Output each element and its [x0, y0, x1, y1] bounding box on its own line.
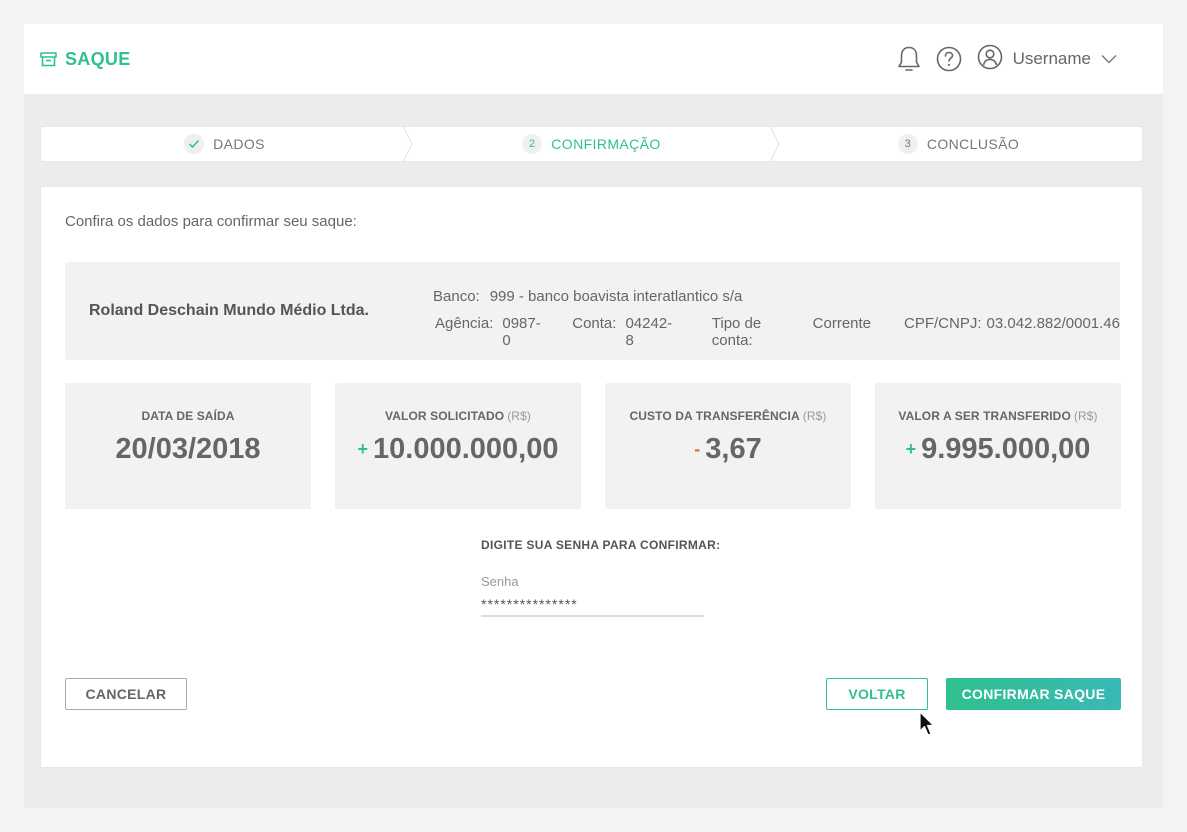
tile-value: +9.995.000,00: [905, 433, 1091, 465]
tile-currency: (R$): [1073, 409, 1098, 423]
step-dados[interactable]: DADOS: [41, 126, 413, 162]
help-icon[interactable]: [935, 45, 963, 73]
password-section: DIGITE SUA SENHA PARA CONFIRMAR: Senha: [481, 538, 721, 617]
tile-label: DATA DE SAÍDA: [141, 409, 235, 423]
tile-value: +10.000.000,00: [357, 433, 559, 465]
cpf-label: CPF/CNPJ:: [904, 315, 982, 332]
archive-icon: [40, 51, 57, 67]
bank-details: Roland Deschain Mundo Médio Ltda. Banco:…: [65, 262, 1120, 360]
minus-sign: -: [694, 439, 701, 459]
password-title: DIGITE SUA SENHA PARA CONFIRMAR:: [481, 538, 721, 552]
brand: SAQUE: [40, 24, 131, 94]
tile-valor-solicitado: VALOR SOLICITADO (R$) +10.000.000,00: [335, 383, 581, 509]
tile-label: VALOR SOLICITADO (R$): [385, 409, 531, 423]
bell-icon[interactable]: [895, 45, 923, 73]
tile-data-saida: DATA DE SAÍDA 20/03/2018: [65, 383, 311, 509]
conta-label: Conta:: [572, 315, 617, 332]
user-icon: [977, 44, 1003, 75]
step-confirmacao[interactable]: 2 CONFIRMAÇÃO: [408, 126, 780, 162]
tile-label: CUSTO DA TRANSFERÊNCIA (R$): [629, 409, 827, 423]
tipo-value: Corrente: [812, 315, 872, 332]
confirmation-card: Confira os dados para confirmar seu saqu…: [40, 186, 1143, 768]
top-bar: SAQUE Username: [24, 24, 1163, 94]
step-number: 2: [522, 134, 543, 154]
back-button[interactable]: VOLTAR: [826, 678, 928, 710]
page-title: SAQUE: [65, 48, 131, 69]
tipo-label: Tipo de conta:: [711, 315, 762, 349]
tile-valor-transferido: VALOR A SER TRANSFERIDO (R$) +9.995.000,0…: [875, 383, 1121, 509]
stepper: DADOS 2 CONFIRMAÇÃO 3 CONCLUSÃO: [40, 126, 1143, 162]
confirm-withdrawal-button[interactable]: CONFIRMAR SAQUE: [946, 678, 1121, 710]
tile-value: -3,67: [694, 433, 762, 465]
tile-currency: (R$): [802, 409, 827, 423]
banco-value: 999 - banco boavista interatlantico s/a: [489, 288, 743, 305]
summary-tiles: DATA DE SAÍDA 20/03/2018 VALOR SOLICITAD…: [65, 383, 1121, 509]
username: Username: [1012, 49, 1091, 68]
company-name: Roland Deschain Mundo Médio Ltda.: [89, 302, 369, 319]
tile-currency: (R$): [507, 409, 531, 423]
cpf-value: 03.042.882/0001.46: [986, 315, 1120, 332]
agencia-label: Agência:: [435, 315, 494, 332]
plus-sign: +: [905, 439, 917, 459]
step-number: 3: [897, 134, 918, 154]
tile-value: 20/03/2018: [115, 433, 261, 465]
check-icon: [184, 134, 205, 154]
tile-label: VALOR A SER TRANSFERIDO (R$): [898, 409, 1098, 423]
mouse-cursor-icon: [919, 711, 935, 742]
chevron-down-icon: [1101, 49, 1117, 69]
password-field[interactable]: [481, 593, 704, 617]
password-label: Senha: [481, 574, 519, 589]
step-label: DADOS: [213, 136, 265, 152]
agencia-value: 0987-0: [502, 315, 541, 349]
step-label: CONCLUSÃO: [926, 136, 1020, 152]
cancel-button[interactable]: CANCELAR: [65, 678, 187, 710]
tile-custo-transferencia: CUSTO DA TRANSFERÊNCIA (R$) -3,67: [605, 383, 851, 509]
user-menu[interactable]: Username: [977, 44, 1117, 75]
conta-value: 04242-8: [625, 315, 673, 349]
account-row: Agência: 0987-0 Conta: 04242-8 Tipo de c…: [435, 315, 1120, 349]
intro-text: Confira os dados para confirmar seu saqu…: [65, 213, 357, 230]
plus-sign: +: [357, 439, 369, 459]
step-label: CONFIRMAÇÃO: [551, 136, 661, 152]
bank-row: Banco: 999 - banco boavista interatlanti…: [433, 288, 742, 305]
banco-label: Banco:: [433, 288, 480, 305]
step-conclusao[interactable]: 3 CONCLUSÃO: [775, 127, 1142, 161]
header-actions: Username: [883, 24, 1117, 94]
